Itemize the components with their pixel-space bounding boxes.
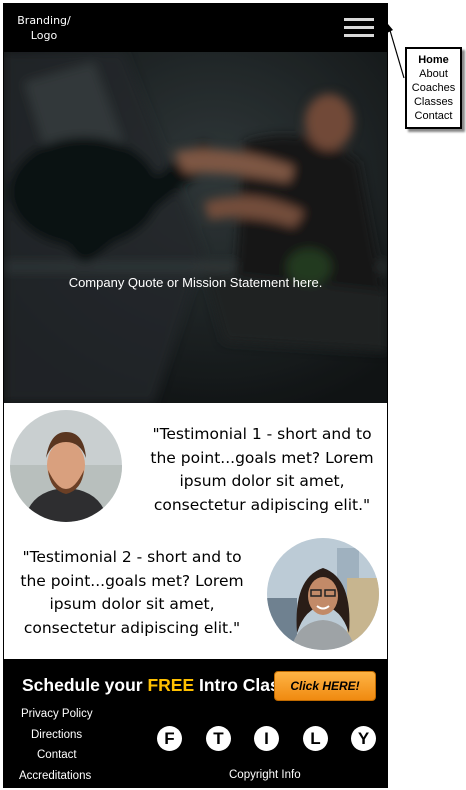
testimonial-2-avatar — [267, 538, 379, 650]
testimonial-2-text: "Testimonial 2 - short and to the point.… — [20, 548, 244, 637]
mission-statement: Company Quote or Mission Statement here. — [68, 275, 323, 290]
youtube-icon[interactable]: Y — [351, 726, 376, 751]
mobile-page-frame: Branding/ Logo Company Quote or Mission … — [3, 3, 388, 788]
nav-menu-callout: Home About Coaches Classes Contact — [405, 47, 462, 129]
hamburger-menu-icon[interactable] — [344, 18, 374, 40]
branding-logo[interactable]: Branding/ Logo — [16, 13, 72, 43]
testimonial-1-text: "Testimonial 1 - short and to the point.… — [150, 425, 374, 514]
accreditations-link[interactable]: Accreditations — [19, 770, 91, 782]
linkedin-icon[interactable]: L — [303, 726, 328, 751]
cta-heading: Schedule your FREE Intro Class: — [22, 675, 296, 695]
nav-item-classes[interactable]: Classes — [407, 95, 460, 109]
nav-item-about[interactable]: About — [407, 67, 460, 81]
privacy-policy-link[interactable]: Privacy Policy — [21, 708, 93, 720]
nav-item-contact[interactable]: Contact — [407, 109, 460, 123]
nav-item-coaches[interactable]: Coaches — [407, 81, 460, 95]
nav-item-home[interactable]: Home — [407, 53, 460, 67]
hero-background-image — [4, 52, 387, 403]
site-footer: Schedule your FREE Intro Class: Click HE… — [4, 659, 387, 787]
free-highlight: FREE — [147, 675, 195, 695]
click-here-button[interactable]: Click HERE! — [274, 671, 376, 701]
instagram-icon[interactable]: I — [254, 726, 279, 751]
hero-banner: Company Quote or Mission Statement here. — [4, 52, 387, 403]
directions-link[interactable]: Directions — [31, 729, 82, 741]
testimonials-section: "Testimonial 1 - short and to the point.… — [4, 403, 387, 659]
contact-link[interactable]: Contact — [37, 749, 77, 761]
facebook-icon[interactable]: F — [157, 726, 182, 751]
site-header: Branding/ Logo — [4, 4, 387, 52]
twitter-icon[interactable]: T — [206, 726, 231, 751]
testimonial-1-avatar — [10, 410, 122, 522]
copyright-info: Copyright Info — [229, 769, 301, 781]
